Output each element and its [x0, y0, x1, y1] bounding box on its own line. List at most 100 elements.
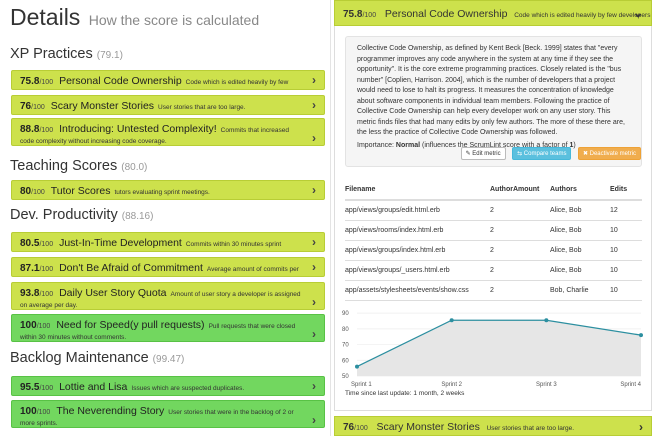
y-tick-label: 50	[342, 374, 349, 380]
table-cell: Alice, Bob	[550, 240, 610, 261]
chevron-right-icon[interactable]: ›	[312, 235, 316, 249]
table-cell: 10	[610, 240, 642, 261]
chevron-right-icon[interactable]: ›	[312, 379, 316, 393]
table-cell: 12	[610, 200, 642, 221]
metric-outof: /100	[31, 104, 45, 111]
metric-value: 76	[343, 422, 355, 433]
table-cell: Alice, Bob	[550, 260, 610, 281]
chevron-right-icon[interactable]: ›	[312, 183, 316, 197]
section-heading: Backlog Maintenance (99.47)	[10, 350, 184, 366]
metric-title: Don't Be Afraid of Commitment	[59, 262, 203, 274]
table-cell: 2	[490, 240, 550, 261]
table-cell: 10	[610, 260, 642, 281]
metric-outof: /100	[39, 266, 54, 273]
metric-card[interactable]: 88.8/100 Introducing: Untested Complexity…	[11, 118, 325, 146]
metric-header-next[interactable]: 76/100 Scary Monster Stories User storie…	[334, 416, 652, 436]
section-heading: Teaching Scores (80.0)	[10, 158, 147, 174]
metric-value: 95.5	[20, 382, 40, 393]
column-header: Edits	[610, 180, 642, 201]
compare-teams-button[interactable]: ⇆ Compare teams	[512, 147, 572, 160]
data-point	[639, 333, 643, 338]
table-cell: app/views/rooms/index.html.erb	[345, 220, 490, 241]
pencil-icon: ✎	[465, 151, 471, 157]
metric-card[interactable]: 100/100 The Neverending Story User stories…	[11, 400, 325, 428]
metric-info-text: Collective Code Ownership, as defined by…	[357, 45, 625, 136]
metric-outof: /100	[39, 79, 54, 86]
metric-value: 87.1	[20, 263, 40, 274]
table-row: app/views/groups/edit.html.erb 2 Alice, Bo…	[345, 200, 642, 221]
metric-title: Personal Code Ownership	[384, 8, 508, 20]
metric-outof: /100	[39, 241, 54, 248]
importance-label: Importance:	[357, 141, 394, 149]
metric-outof: /100	[39, 385, 54, 392]
metric-title: Lottie and Lisa	[59, 381, 128, 393]
metric-card[interactable]: 93.8/100 Daily User Story Quota Amount of …	[11, 282, 325, 310]
metric-card[interactable]: 80/100 Tutor Scores tutors evaluating spri…	[11, 180, 325, 200]
column-header: Filename	[345, 180, 490, 201]
chevron-down-icon[interactable]: ⌄	[633, 6, 643, 20]
metric-value: 75.8	[20, 76, 40, 87]
chevron-right-icon[interactable]: ›	[312, 73, 316, 87]
metric-description: User stories that are too large.	[486, 425, 575, 432]
edit-metric-button[interactable]: ✎ Edit metric	[460, 147, 506, 160]
last-update-text: Time since last update: 1 month, 2 weeks	[345, 390, 465, 397]
metric-title: Just-In-Time Development	[59, 237, 182, 249]
edit-metric-label: Edit metric	[472, 151, 501, 157]
compare-teams-label: Compare teams	[523, 151, 567, 157]
x-tick-label: Sprint 3	[536, 382, 557, 388]
metric-header-expanded[interactable]: 75.8/100 Personal Code Ownership Code wh…	[334, 0, 652, 26]
metric-card[interactable]: 95.5/100 Lottie and Lisa Issues which are …	[11, 376, 325, 396]
table-cell: Alice, Bob	[550, 200, 610, 221]
metric-title: Daily User Story Quota	[59, 287, 167, 299]
metric-outof: /100	[31, 189, 45, 196]
table-cell: 2	[490, 280, 550, 301]
table-row: app/assets/stylesheets/events/show.css 2 B…	[345, 280, 642, 301]
chevron-right-icon[interactable]: ›	[312, 131, 316, 145]
page-title-text: Details	[10, 4, 81, 30]
metric-outof: /100	[36, 323, 51, 330]
metric-value: 80.5	[20, 238, 40, 249]
chevron-right-icon[interactable]: ›	[312, 295, 316, 309]
chevron-right-icon[interactable]: ›	[639, 420, 643, 434]
metric-detail-body: Collective Code Ownership, as defined by…	[334, 26, 652, 411]
metric-title: Scary Monster Stories	[376, 421, 480, 433]
table-header-row: Filename AuthorAmount Authors Edits	[345, 180, 642, 201]
metric-title: Personal Code Ownership	[59, 75, 182, 87]
table-row: app/views/groups/_users.html.erb 2 Alice, …	[345, 260, 642, 281]
page-title: Details How the score is calculated	[10, 4, 259, 31]
metric-card[interactable]: 75.8/100 Personal Code Ownership Code whic…	[11, 70, 325, 90]
metric-card[interactable]: 100/100 Need for Speed(y pull requests) Pu…	[11, 314, 325, 342]
deactivate-metric-button[interactable]: ✖ Deactivate metric	[577, 147, 641, 160]
section-name: Backlog Maintenance	[10, 350, 153, 366]
deactivate-metric-label: Deactivate metric	[589, 151, 636, 157]
chevron-right-icon[interactable]: ›	[312, 260, 316, 274]
section-heading: Dev. Productivity (88.16)	[10, 207, 153, 223]
y-tick-label: 90	[342, 311, 349, 317]
metric-description: Issues which are suspected duplicates.	[131, 385, 245, 392]
metric-description: Code which is edited heavily by few deve…	[514, 12, 651, 19]
x-tick-label: Sprint 2	[441, 382, 462, 388]
chevron-right-icon[interactable]: ›	[312, 413, 316, 427]
metric-description: tutors evaluating sprint meetings.	[114, 189, 210, 196]
data-point	[544, 318, 549, 323]
section-heading: XP Practices (79.1)	[10, 46, 123, 62]
table-cell: 10	[610, 280, 642, 301]
chevron-right-icon[interactable]: ›	[312, 98, 316, 112]
metric-card[interactable]: 76/100 Scary Monster Stories User stories …	[11, 95, 325, 115]
table-cell: app/assets/stylesheets/events/show.css	[345, 280, 490, 301]
panel-divider	[330, 0, 331, 436]
score-history-chart: 50 60 70 80 90 Sprint 1 Sprint 2 Sprint 3 Sprint…	[342, 311, 643, 388]
close-icon: ✖	[582, 151, 588, 157]
section-name: XP Practices	[10, 46, 97, 62]
metric-title: The Neverending Story	[56, 405, 165, 417]
metric-card[interactable]: 80.5/100 Just-In-Time Development Commits …	[11, 232, 325, 252]
metric-actions: ✎ Edit metric ⇆ Compare teams ✖ Deactiva…	[459, 142, 641, 160]
chevron-right-icon[interactable]: ›	[312, 327, 316, 341]
metric-card[interactable]: 87.1/100 Don't Be Afraid of Commitment Ave…	[11, 257, 325, 277]
table-cell: 2	[490, 200, 550, 221]
metric-outof: /100	[39, 291, 54, 298]
metric-value: 88.8	[20, 124, 40, 135]
compare-icon: ⇆	[517, 151, 523, 157]
metric-outof: /100	[362, 12, 377, 19]
metric-value: 76	[20, 101, 32, 112]
